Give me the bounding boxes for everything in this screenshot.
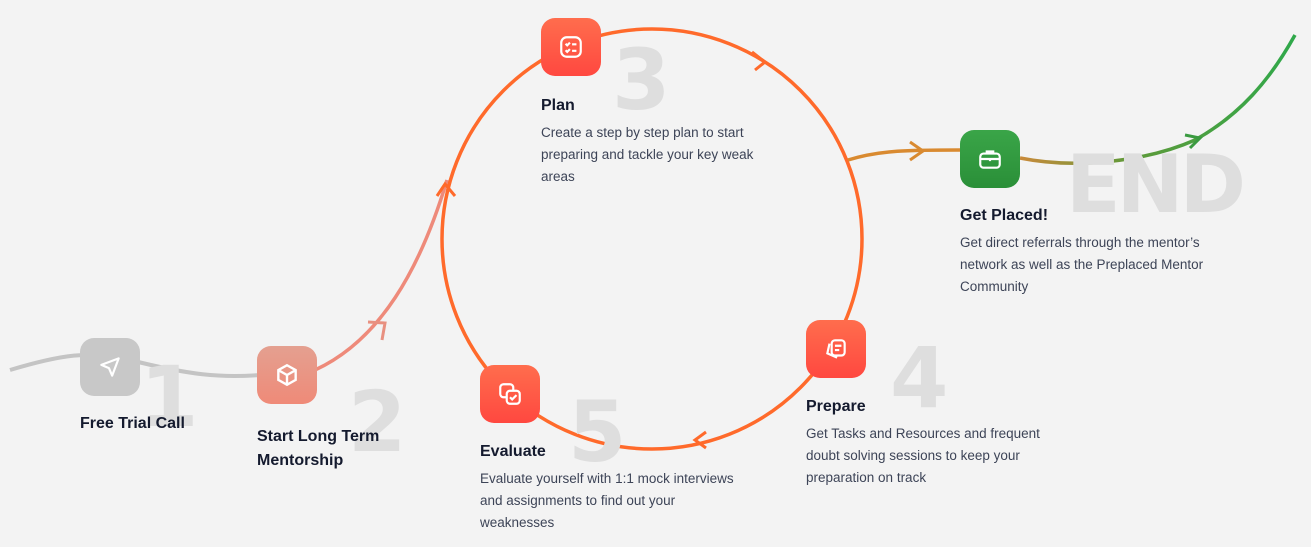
step-number-5: 5	[568, 383, 627, 481]
end-title: Get Placed!	[960, 207, 1049, 224]
end-label: END	[1066, 138, 1246, 231]
step-desc-4: Get Tasks and Resources and frequent dou…	[806, 426, 1040, 485]
copy-check-icon	[480, 365, 540, 423]
checklist-icon	[541, 18, 601, 76]
step-title-4: Prepare	[806, 398, 866, 415]
end-desc: Get direct referrals through the mentor’…	[960, 235, 1204, 294]
cube-icon	[257, 346, 317, 404]
briefcase-icon	[960, 130, 1020, 188]
step-number-3: 3	[612, 31, 671, 129]
step-title-1: Free Trial Call	[80, 415, 185, 432]
step-title-3: Plan	[541, 97, 575, 114]
step-number-4: 4	[890, 329, 949, 427]
orange-exit-line	[847, 148, 961, 162]
cards-icon	[806, 320, 866, 378]
step-desc-5: Evaluate yourself with 1:1 mock intervie…	[480, 471, 734, 530]
step-title-5: Evaluate	[480, 443, 546, 460]
arrow-plan	[751, 50, 768, 72]
step-title-2: Start Long Term Mentorship	[257, 428, 380, 469]
step-desc-3: Create a step by step plan to start prep…	[541, 125, 754, 184]
paper-plane-icon	[80, 338, 140, 396]
salmon-line	[314, 179, 449, 372]
